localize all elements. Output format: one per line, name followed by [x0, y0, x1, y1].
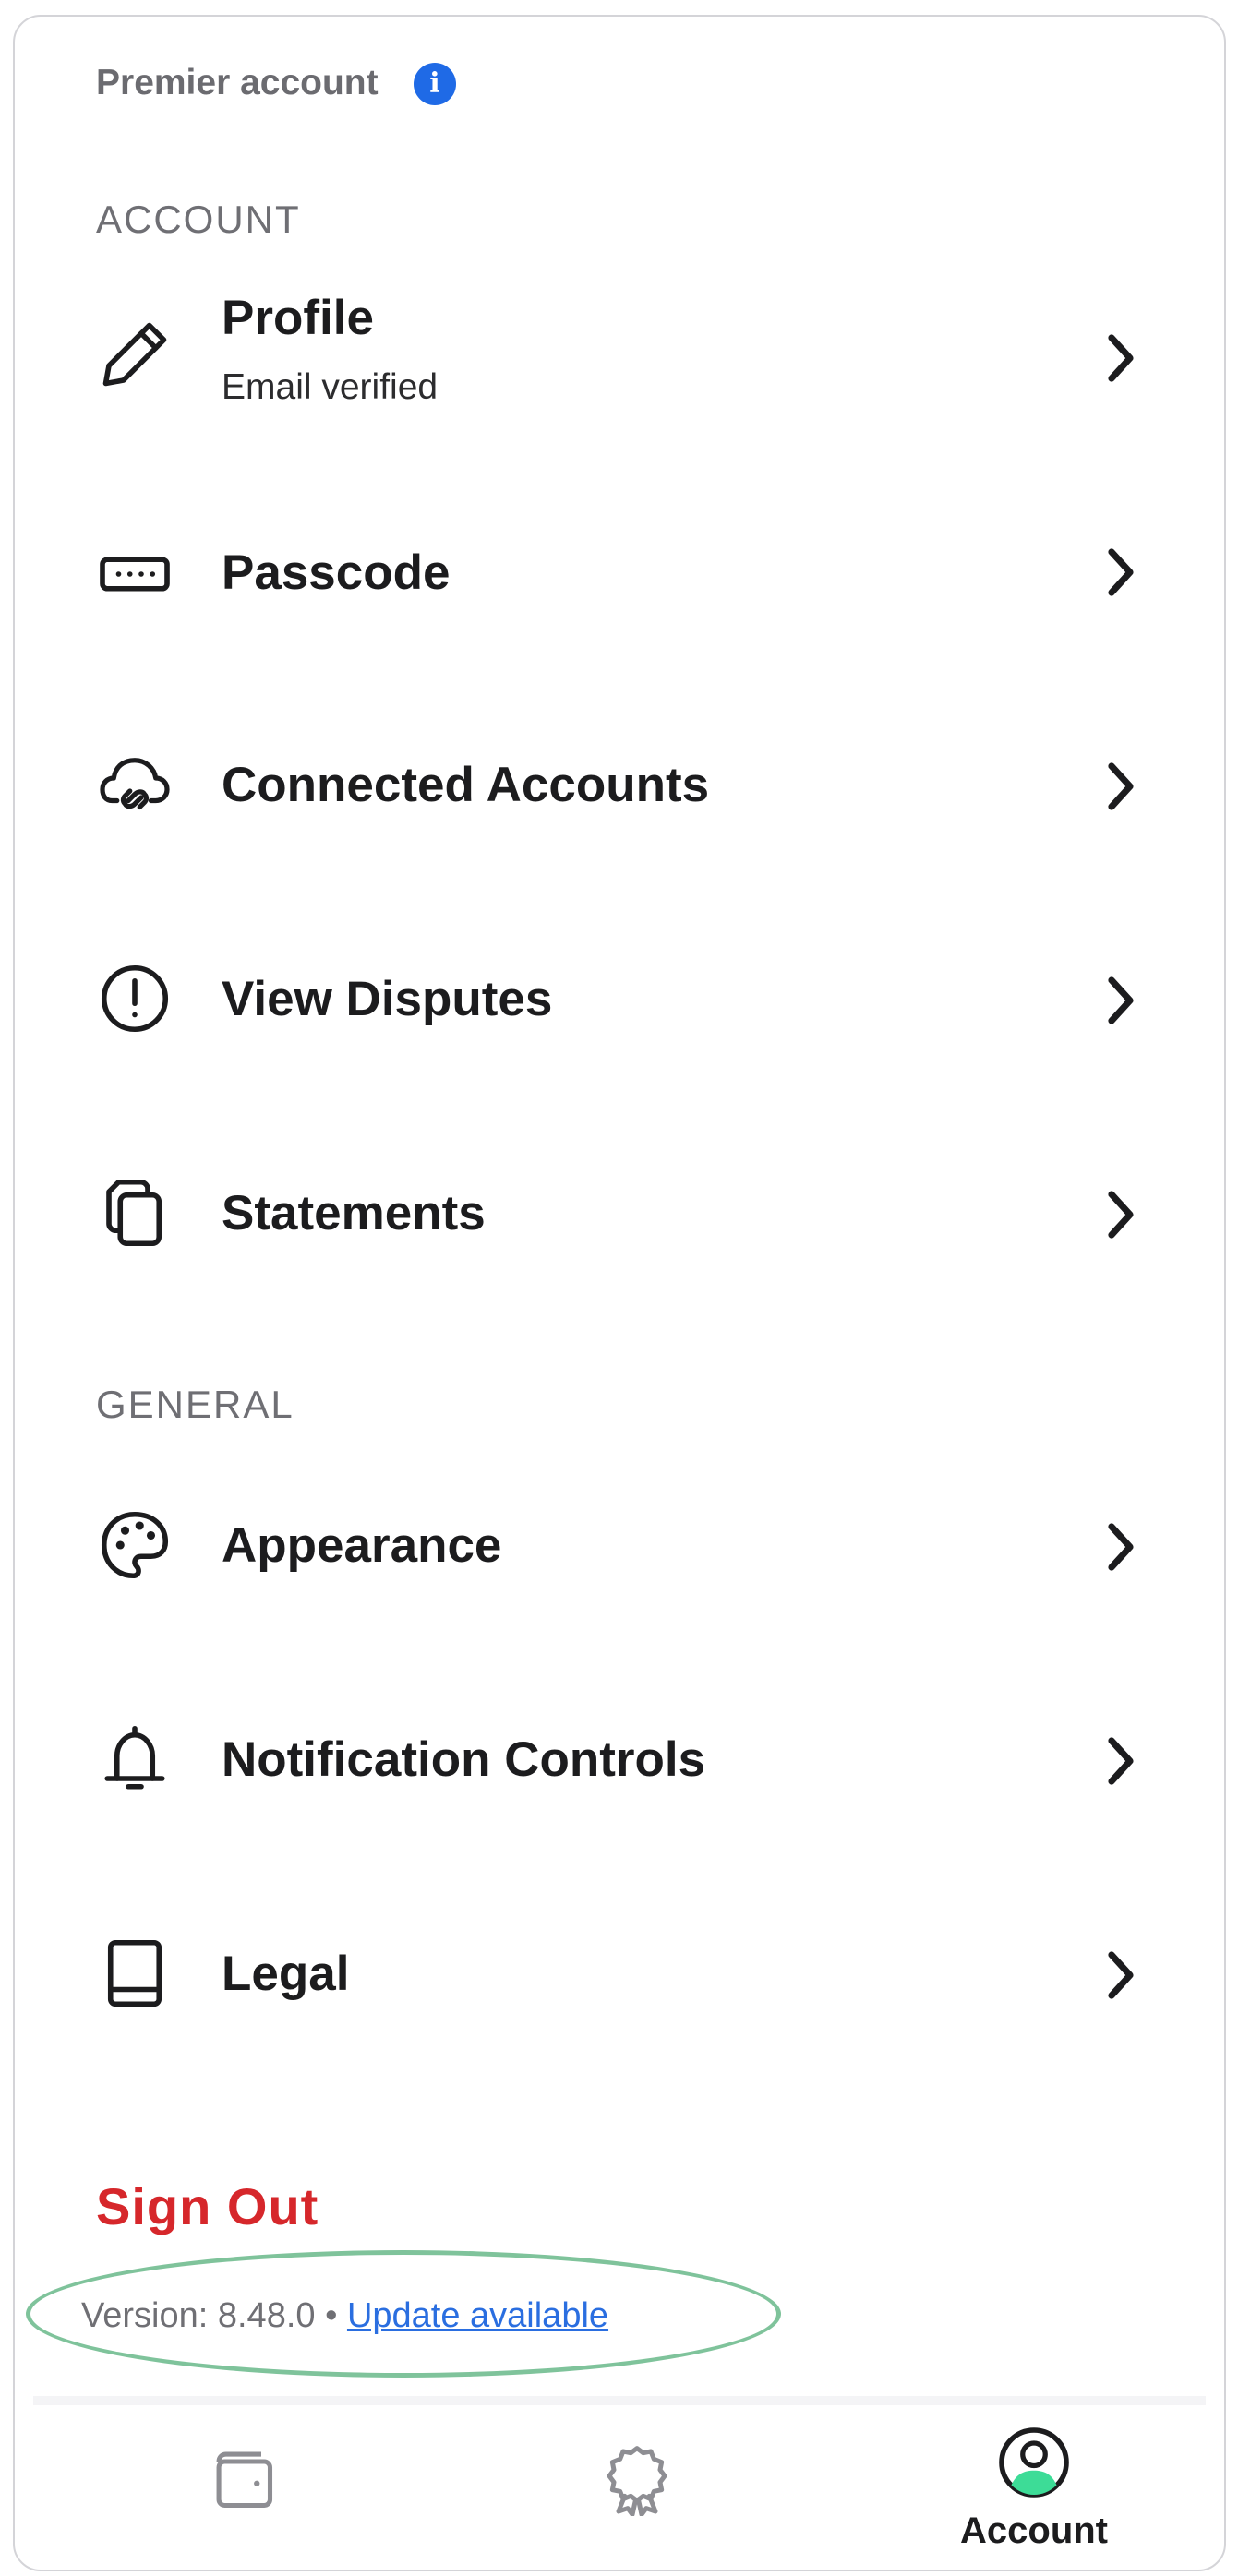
menu-item-label: Appearance	[222, 1518, 502, 1573]
bottom-tab-bar: Account	[15, 2407, 1224, 2570]
exclamation-circle-icon	[96, 960, 174, 1037]
menu-item-label: View Disputes	[222, 972, 553, 1026]
chevron-right-icon	[1102, 759, 1139, 814]
chevron-right-icon	[1102, 1519, 1139, 1575]
award-icon	[607, 2446, 667, 2516]
menu-item-label: Notification Controls	[222, 1732, 706, 1787]
menu-item-view-disputes[interactable]: View Disputes	[96, 936, 1158, 1065]
menu-item-label: Passcode	[222, 545, 451, 600]
menu-item-label: Legal	[222, 1947, 350, 2001]
menu-item-profile[interactable]: Profile Email verified	[96, 290, 1158, 419]
chevron-right-icon	[1102, 545, 1139, 600]
version-info: Version: 8.48.0 • Update available	[81, 2296, 608, 2336]
account-icon	[999, 2427, 1069, 2498]
update-available-link[interactable]: Update available	[347, 2296, 608, 2335]
bell-icon	[96, 1720, 174, 1798]
info-icon[interactable]: i	[414, 63, 456, 105]
chevron-right-icon	[1102, 973, 1139, 1028]
chevron-right-icon	[1102, 330, 1139, 386]
menu-item-legal[interactable]: Legal	[96, 1911, 1158, 2040]
section-heading-account: ACCOUNT	[96, 198, 301, 241]
tab-rewards[interactable]	[545, 2407, 729, 2570]
wallet-icon	[216, 2451, 273, 2509]
menu-item-connected-accounts[interactable]: Connected Accounts	[96, 722, 1158, 851]
chevron-right-icon	[1102, 1947, 1139, 2003]
premier-account-label: Premier account	[96, 63, 379, 102]
version-text: Version: 8.48.0 •	[81, 2296, 338, 2335]
menu-item-notification-controls[interactable]: Notification Controls	[96, 1696, 1158, 1826]
pencil-icon	[96, 316, 174, 393]
tab-label-account: Account	[960, 2510, 1108, 2551]
menu-item-passcode[interactable]: Passcode	[96, 508, 1158, 637]
menu-item-subtitle: Email verified	[222, 367, 439, 407]
tabbar-divider	[33, 2396, 1206, 2405]
documents-icon	[96, 1174, 174, 1252]
menu-item-label: Statements	[222, 1186, 486, 1240]
account-settings-screen: Premier account i ACCOUNT Profile Email …	[13, 15, 1226, 2571]
cloud-link-icon	[96, 746, 174, 823]
menu-item-statements[interactable]: Statements	[96, 1150, 1158, 1279]
section-heading-general: GENERAL	[96, 1383, 294, 1426]
menu-item-label: Profile	[222, 291, 374, 345]
chevron-right-icon	[1102, 1187, 1139, 1242]
tab-account[interactable]: Account	[942, 2407, 1126, 2570]
book-icon	[96, 1935, 174, 2012]
chevron-right-icon	[1102, 1733, 1139, 1789]
tab-wallet[interactable]	[151, 2407, 336, 2570]
menu-item-appearance[interactable]: Appearance	[96, 1482, 1158, 1611]
keypad-icon	[96, 535, 174, 613]
menu-item-label: Connected Accounts	[222, 758, 710, 812]
palette-icon	[96, 1506, 174, 1584]
sign-out-button[interactable]: Sign Out	[96, 2176, 319, 2236]
